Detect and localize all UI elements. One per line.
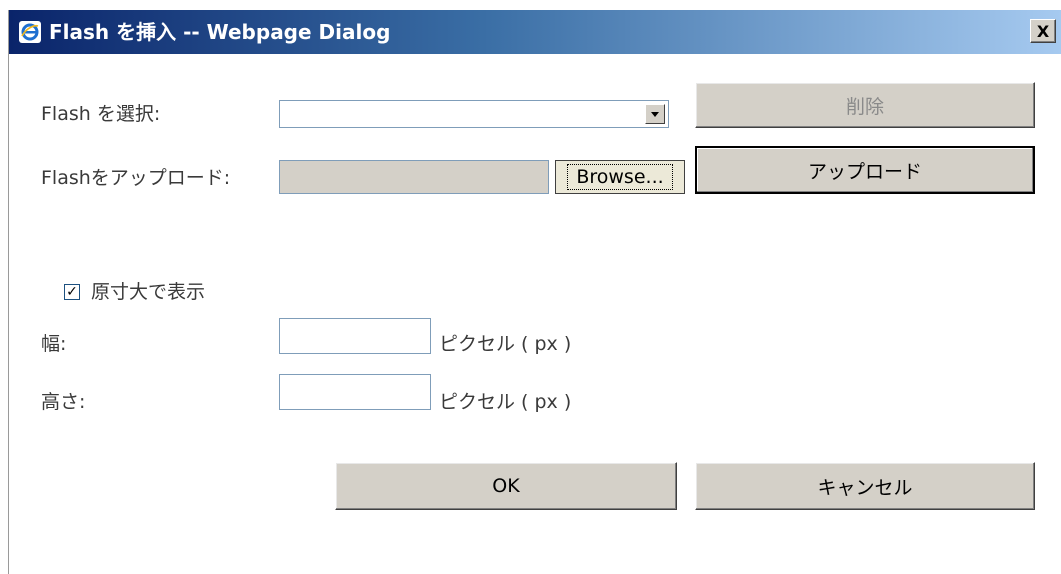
width-label: 幅:: [41, 333, 67, 355]
upload-flash-label: Flashをアップロード:: [41, 167, 231, 189]
browse-button[interactable]: Browse...: [555, 160, 685, 194]
flash-select[interactable]: [279, 100, 669, 128]
title-bar: Flash を挿入 -- Webpage Dialog X: [9, 10, 1061, 54]
cancel-button[interactable]: キャンセル: [695, 462, 1035, 510]
chevron-down-icon[interactable]: [645, 104, 665, 124]
close-button[interactable]: X: [1030, 19, 1056, 43]
delete-button[interactable]: 削除: [695, 82, 1035, 128]
height-label: 高さ:: [41, 391, 86, 413]
original-size-label: 原寸大で表示: [91, 281, 206, 303]
close-icon: X: [1036, 21, 1050, 41]
width-input[interactable]: [279, 318, 431, 354]
original-size-checkbox[interactable]: ✓: [64, 284, 80, 300]
height-input[interactable]: [279, 374, 431, 410]
select-flash-label: Flash を選択:: [41, 103, 161, 125]
ie-icon: [19, 21, 41, 43]
height-unit: ピクセル ( px ): [439, 391, 572, 413]
upload-path-field[interactable]: [279, 160, 549, 194]
upload-button[interactable]: アップロード: [695, 146, 1035, 194]
width-unit: ピクセル ( px ): [439, 333, 572, 355]
ok-button[interactable]: OK: [335, 462, 677, 510]
window-title: Flash を挿入 -- Webpage Dialog: [49, 20, 391, 44]
checkmark-icon: ✓: [66, 284, 78, 300]
browse-button-label: Browse...: [567, 164, 673, 190]
dialog-window: Flash を挿入 -- Webpage Dialog X Flash を選択:…: [8, 10, 1061, 574]
